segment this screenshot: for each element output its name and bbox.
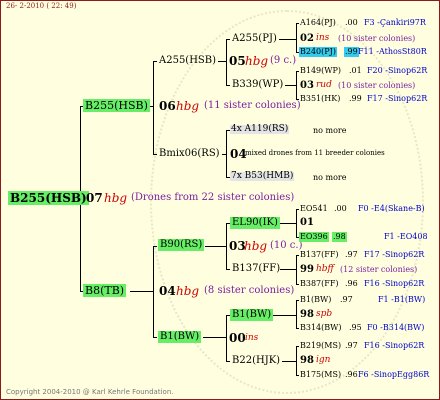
bmix-note: mixed drones from 11 breeder colonies	[245, 149, 385, 157]
root-marking: hbg	[104, 191, 128, 205]
root-note: (Drones from 22 sister colonies)	[131, 192, 295, 203]
gen4-b137[interactable]: B137(FF)	[230, 263, 282, 275]
dam-year: 04	[159, 284, 176, 298]
el90-year: 01	[300, 217, 314, 228]
g5-b137-val: .97	[345, 250, 358, 259]
g5-eo541-origin: F0 -E4(Skane-B)	[358, 204, 425, 213]
sire-marking: hbg	[176, 99, 200, 113]
g5-a164-val: .00	[345, 18, 358, 27]
g5-a164[interactable]: A164(PJ)	[300, 19, 336, 27]
g5-b219[interactable]: B219(MS)	[300, 342, 341, 350]
a255pj-year: 02	[300, 33, 314, 44]
g5-eo396-origin: F1 -EO408	[384, 232, 428, 241]
g5-eo541[interactable]: EO541	[300, 205, 328, 213]
gen4-7x-b53[interactable]: 7x B53(HMB)	[230, 172, 295, 181]
gen4-b22[interactable]: B22(HJK)	[230, 355, 282, 367]
g5-b1bw-val: .97	[340, 295, 353, 304]
g5-b387[interactable]: B387(FF)	[300, 280, 339, 288]
a255-year: 05	[229, 54, 246, 68]
b1bw-g4-marking: spb	[316, 309, 333, 319]
a255-marking: hbg	[245, 54, 269, 68]
gen4-b1bw[interactable]: B1(BW)	[230, 309, 274, 321]
sire-year: 06	[159, 99, 176, 113]
b339-year: 03	[300, 80, 314, 91]
gen4-b339[interactable]: B339(WP)	[230, 79, 285, 91]
gen4-a255-pj[interactable]: A255(PJ)	[230, 33, 279, 45]
g5-b149-origin: F20 -Sinop62R	[367, 66, 428, 75]
g5-b351[interactable]: B351(HK)	[300, 95, 340, 103]
b137-note: (12 sister colonies)	[340, 265, 418, 274]
b22-marking: ign	[316, 355, 331, 365]
a255pj-note: (10 sister colonies)	[338, 34, 416, 43]
g5-b175-origin: F6 -SinopEgg86R	[358, 370, 430, 379]
g5-b137-origin: F17 -Sinop62R	[364, 250, 425, 259]
g5-b240-origin: F11 -AthosSt80R	[358, 47, 427, 56]
g5-b219-val: .97	[345, 341, 358, 350]
dam-marking: hbg	[176, 284, 200, 298]
g5-b387-origin: F16 -Sinop62R	[364, 279, 425, 288]
g5-b314-val: .95	[349, 323, 362, 332]
b1bw-year: 00	[229, 331, 246, 345]
gen3-bmix06[interactable]: Bmix06(RS)	[157, 148, 222, 160]
b1bw-g4-year: 98	[300, 309, 314, 320]
a255-note: (9 c.)	[270, 55, 297, 66]
g5-eo396-val: .98	[332, 232, 347, 242]
a119-note: no more	[313, 126, 347, 135]
g5-b175[interactable]: B175(MS)	[300, 371, 341, 379]
g5-b314-origin: F0 -B314(BW)	[367, 323, 425, 332]
b137-year: 99	[300, 264, 314, 275]
sire-queen[interactable]: B255(HSB)	[83, 99, 150, 112]
gen4-4x-a119[interactable]: 4x A119(RS)	[230, 125, 290, 134]
g5-b137[interactable]: B137(FF)	[300, 251, 339, 259]
g5-b314[interactable]: B314(BW)	[300, 324, 342, 332]
g5-b1bw[interactable]: B1(BW)	[300, 296, 331, 304]
timestamp: 26- 2-2010 ( 22: 49)	[6, 2, 77, 10]
gen3-b1bw[interactable]: B1(BW)	[158, 331, 202, 343]
b22-year: 98	[300, 355, 314, 366]
b339-note: (10 sister colonies)	[338, 81, 416, 90]
gen4-el90[interactable]: EL90(IK)	[230, 217, 280, 229]
g5-b351-origin: F17 -Sinop62R	[367, 94, 428, 103]
sire-note: (11 sister colonies)	[204, 100, 301, 111]
root-queen[interactable]: B255(HSB)	[8, 191, 89, 205]
b90-marking: hbg	[244, 239, 268, 253]
g5-b1bw-origin: F1 -B1(BW)	[378, 295, 426, 304]
g5-b240[interactable]: B240(PJ)	[299, 47, 337, 57]
g5-eo396[interactable]: EO396	[299, 232, 329, 242]
b1bw-marking: ins	[245, 333, 259, 343]
b90-note: (10 c.)	[270, 240, 303, 251]
b53-note: no more	[313, 173, 347, 182]
dam-queen[interactable]: B8(TB)	[83, 284, 127, 297]
g5-b240-val: .99	[344, 47, 359, 57]
g5-b149[interactable]: B149(WP)	[300, 67, 341, 75]
g5-b219-origin: F16 -Sinop62R	[364, 341, 425, 350]
g5-a164-origin: F3 -Çankiri97R	[364, 18, 426, 27]
g5-b351-val: .99	[349, 94, 362, 103]
copyright: Copyright 2004-2010 @ Karl Kehrle Founda…	[6, 388, 174, 396]
root-year: 07	[86, 191, 103, 205]
a255pj-marking: ins	[316, 33, 330, 43]
gen3-a255-hsb[interactable]: A255(HSB)	[157, 55, 218, 67]
g5-b149-val: .01	[349, 66, 362, 75]
dam-note: (8 sister colonies)	[204, 285, 295, 296]
gen3-b90[interactable]: B90(RS)	[158, 239, 205, 251]
g5-b175-val: .96	[345, 370, 358, 379]
g5-b387-val: .96	[345, 279, 358, 288]
g5-eo541-val: .00	[334, 204, 347, 213]
b339-marking: rud	[316, 80, 332, 90]
b137-marking: hbff	[316, 264, 334, 274]
